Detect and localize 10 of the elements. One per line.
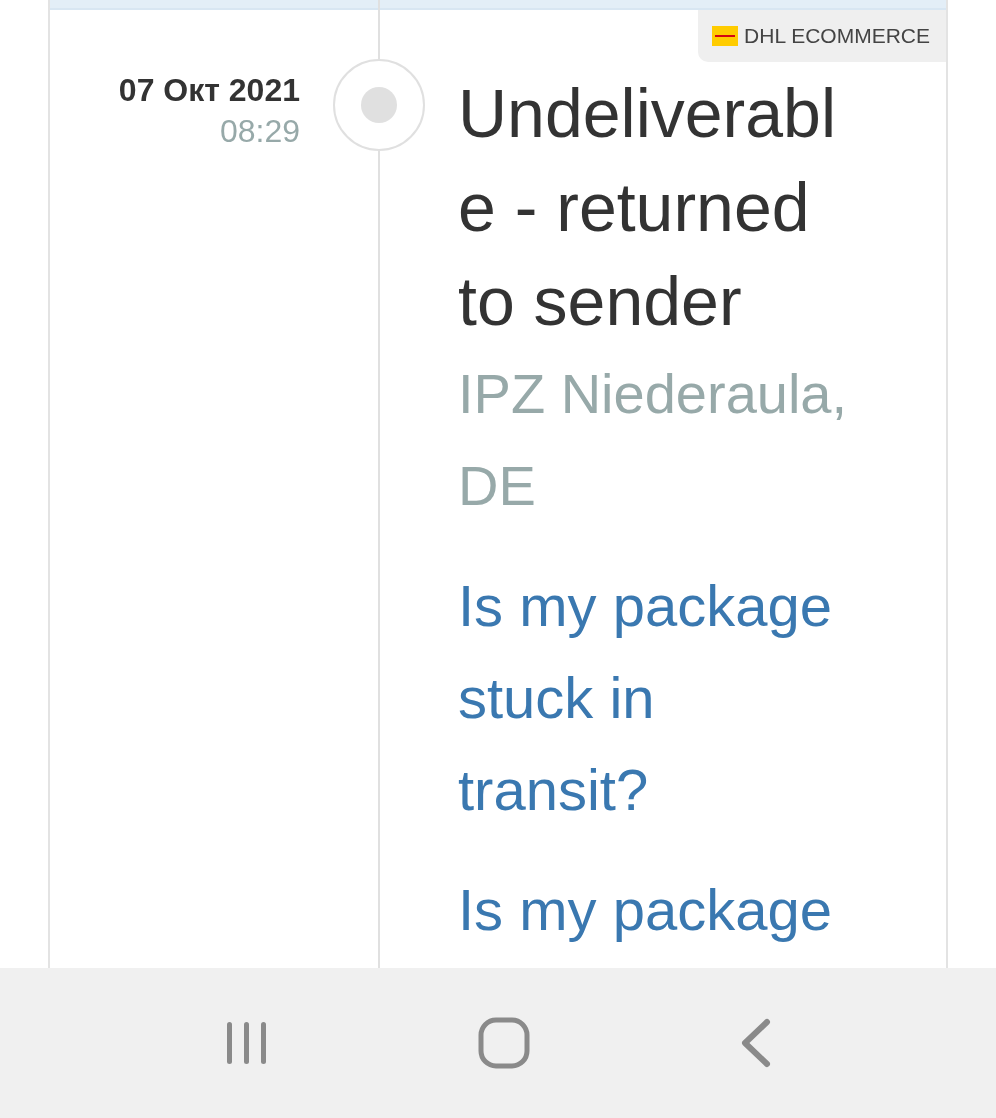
event-status: Undeliverable - returned to sender — [458, 74, 837, 341]
event-time: 08:29 — [219, 113, 300, 150]
event-location: IPZ Niederaula, DE — [458, 361, 849, 519]
carrier-name: DHL ECOMMERCE — [744, 24, 930, 48]
carrier-logo-icon — [712, 26, 739, 46]
help-link[interactable]: Is my package stuck in transit? — [458, 560, 858, 836]
help-link[interactable]: Is my package — [458, 864, 858, 956]
event-date: 07 Окт 2021 — [118, 72, 300, 109]
home-button[interactable] — [478, 1017, 530, 1069]
timeline-dot-icon — [332, 58, 426, 152]
